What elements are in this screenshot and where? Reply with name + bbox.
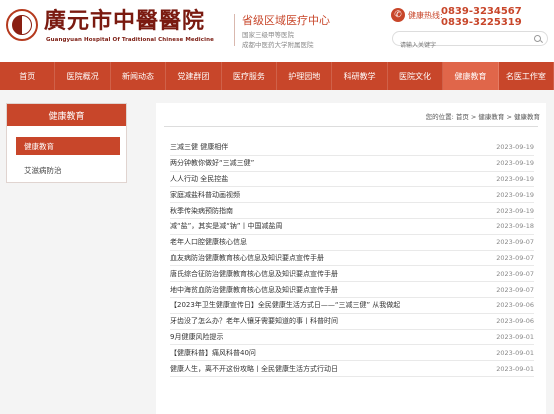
list-item[interactable]: 减“盐”，其实是减“钠”丨中国减盐周 2023-09-18 [170, 219, 534, 235]
site-header: 廣元市中醫醫院 Guangyuan Hospital Of Traditiona… [0, 0, 554, 62]
nav-item-nursing[interactable]: 护理园地 [277, 62, 333, 90]
article-date: 2023-09-06 [496, 301, 534, 310]
list-item[interactable]: 唐氏综合征防治健康教育核心信息及知识要点宣传手册 2023-09-07 [170, 266, 534, 283]
list-item[interactable]: 家庭减盐科普动画视频 2023-09-19 [170, 187, 534, 204]
search-icon[interactable] [534, 35, 541, 42]
hospital-level: 省级区域医疗中心 [242, 14, 330, 27]
hotline-number-1: 0839-3234567 [441, 6, 522, 17]
article-date: 2023-09-07 [496, 269, 534, 278]
article-date: 2023-09-01 [496, 348, 534, 357]
article-title[interactable]: 地中海贫血防治健康教育核心信息及知识要点宣传手册 [170, 285, 338, 295]
hospital-affiliation: 成都中医药大学附属医院 [242, 41, 314, 49]
list-item[interactable]: 地中海贫血防治健康教育核心信息及知识要点宣传手册 2023-09-07 [170, 282, 534, 298]
article-date: 2023-09-07 [496, 253, 534, 262]
nav-item-medical-service[interactable]: 医疗服务 [222, 62, 278, 90]
article-date: 2023-09-19 [496, 159, 534, 168]
nav-item-research[interactable]: 科研教学 [332, 62, 388, 90]
nav-item-home[interactable]: 首页 [0, 62, 56, 90]
article-date: 2023-09-01 [496, 364, 534, 373]
hotline-number-2: 0839-3225319 [441, 17, 522, 28]
article-title[interactable]: 两分钟教你做好“三减三健” [170, 158, 254, 168]
article-title[interactable]: 9月健康风险提示 [170, 332, 223, 342]
search-input[interactable] [393, 39, 523, 52]
nav-item-overview[interactable]: 医院概况 [55, 62, 111, 90]
content-panel: 您的位置: 首页 > 健康教育 > 健康教育 三减三健 健康相伴 2023-09-… [156, 103, 546, 414]
article-date: 2023-09-06 [496, 317, 534, 326]
list-item[interactable]: 血友病防治健康教育核心信息及知识要点宣传手册 2023-09-07 [170, 251, 534, 267]
list-item[interactable]: 健康人生，离不开这份攻略丨全民健康生活方式行动日 2023-09-01 [170, 361, 534, 377]
hotline-label: 健康热线: [408, 11, 443, 20]
sidebar-item-aids-prevention[interactable]: 艾滋病防治 [16, 161, 120, 179]
hospital-logo-icon[interactable] [6, 9, 38, 41]
article-title[interactable]: 健康人生，离不开这份攻略丨全民健康生活方式行动日 [170, 364, 338, 374]
article-title[interactable]: 家庭减盐科普动画视频 [170, 190, 240, 200]
list-item[interactable]: 三减三健 健康相伴 2023-09-19 [170, 140, 534, 156]
search-box [392, 31, 548, 52]
breadcrumb: 您的位置: 首页 > 健康教育 > 健康教育 [425, 113, 540, 121]
sidebar: 健康教育 健康教育 艾滋病防治 [6, 103, 127, 183]
nav-item-party[interactable]: 党建群团 [166, 62, 222, 90]
main-nav: 首页 医院概况 新闻动态 党建群团 医疗服务 护理园地 科研教学 医院文化 健康… [0, 62, 554, 90]
phone-icon: ✆ [391, 8, 405, 22]
article-title[interactable]: 老年人口腔健康核心信息 [170, 237, 247, 247]
sidebar-title: 健康教育 [7, 104, 126, 126]
hospital-name-en: Guangyuan Hospital Of Traditional Chines… [46, 37, 214, 43]
list-item[interactable]: 老年人口腔健康核心信息 2023-09-07 [170, 235, 534, 251]
article-title[interactable]: 【2023年卫生健康宣传日】全民健康生活方式日——“三减三健” 从我做起 [170, 300, 400, 310]
article-date: 2023-09-19 [496, 174, 534, 183]
article-title[interactable]: 唐氏综合征防治健康教育核心信息及知识要点宣传手册 [170, 269, 338, 279]
nav-item-news[interactable]: 新闻动态 [111, 62, 167, 90]
header-divider [234, 14, 235, 46]
list-item[interactable]: 牙齿没了怎么办？老年人镶牙需要知道的事丨科普时间 2023-09-06 [170, 314, 534, 330]
article-title[interactable]: 人人行动 全民控盐 [170, 174, 228, 184]
list-item[interactable]: 人人行动 全民控盐 2023-09-19 [170, 172, 534, 188]
article-date: 2023-09-07 [496, 238, 534, 247]
article-date: 2023-09-19 [496, 190, 534, 199]
article-date: 2023-09-18 [496, 222, 534, 231]
article-title[interactable]: 三减三健 健康相伴 [170, 142, 228, 152]
article-date: 2023-09-07 [496, 285, 534, 294]
article-title[interactable]: 秋季传染病预防指南 [170, 206, 233, 216]
breadcrumb-divider [164, 126, 538, 127]
list-item[interactable]: 9月健康风险提示 2023-09-01 [170, 330, 534, 346]
article-date: 2023-09-19 [496, 143, 534, 152]
list-item[interactable]: 【2023年卫生健康宣传日】全民健康生活方式日——“三减三健” 从我做起 2023… [170, 298, 534, 314]
nav-item-famous-doctors[interactable]: 名医工作室 [499, 62, 554, 90]
list-item[interactable]: 【健康科普】痛风科普40问 2023-09-01 [170, 345, 534, 362]
article-title[interactable]: 【健康科普】痛风科普40问 [170, 348, 256, 358]
sidebar-item-health-education[interactable]: 健康教育 [16, 137, 120, 155]
article-title[interactable]: 血友病防治健康教育核心信息及知识要点宣传手册 [170, 253, 324, 263]
nav-item-health-education[interactable]: 健康教育 [443, 62, 499, 90]
hospital-name-cn[interactable]: 廣元市中醫醫院 [44, 9, 205, 33]
article-title[interactable]: 牙齿没了怎么办？老年人镶牙需要知道的事丨科普时间 [170, 316, 338, 326]
article-date: 2023-09-01 [496, 332, 534, 341]
hospital-grade: 国家三级甲等医院 [242, 31, 294, 39]
list-item[interactable]: 秋季传染病预防指南 2023-09-19 [170, 203, 534, 219]
nav-item-culture[interactable]: 医院文化 [388, 62, 444, 90]
article-title[interactable]: 减“盐”，其实是减“钠”丨中国减盐周 [170, 221, 283, 231]
article-date: 2023-09-19 [496, 206, 534, 215]
article-list: 三减三健 健康相伴 2023-09-19 两分钟教你做好“三减三健” 2023-09… [170, 140, 534, 377]
list-item[interactable]: 两分钟教你做好“三减三健” 2023-09-19 [170, 156, 534, 172]
